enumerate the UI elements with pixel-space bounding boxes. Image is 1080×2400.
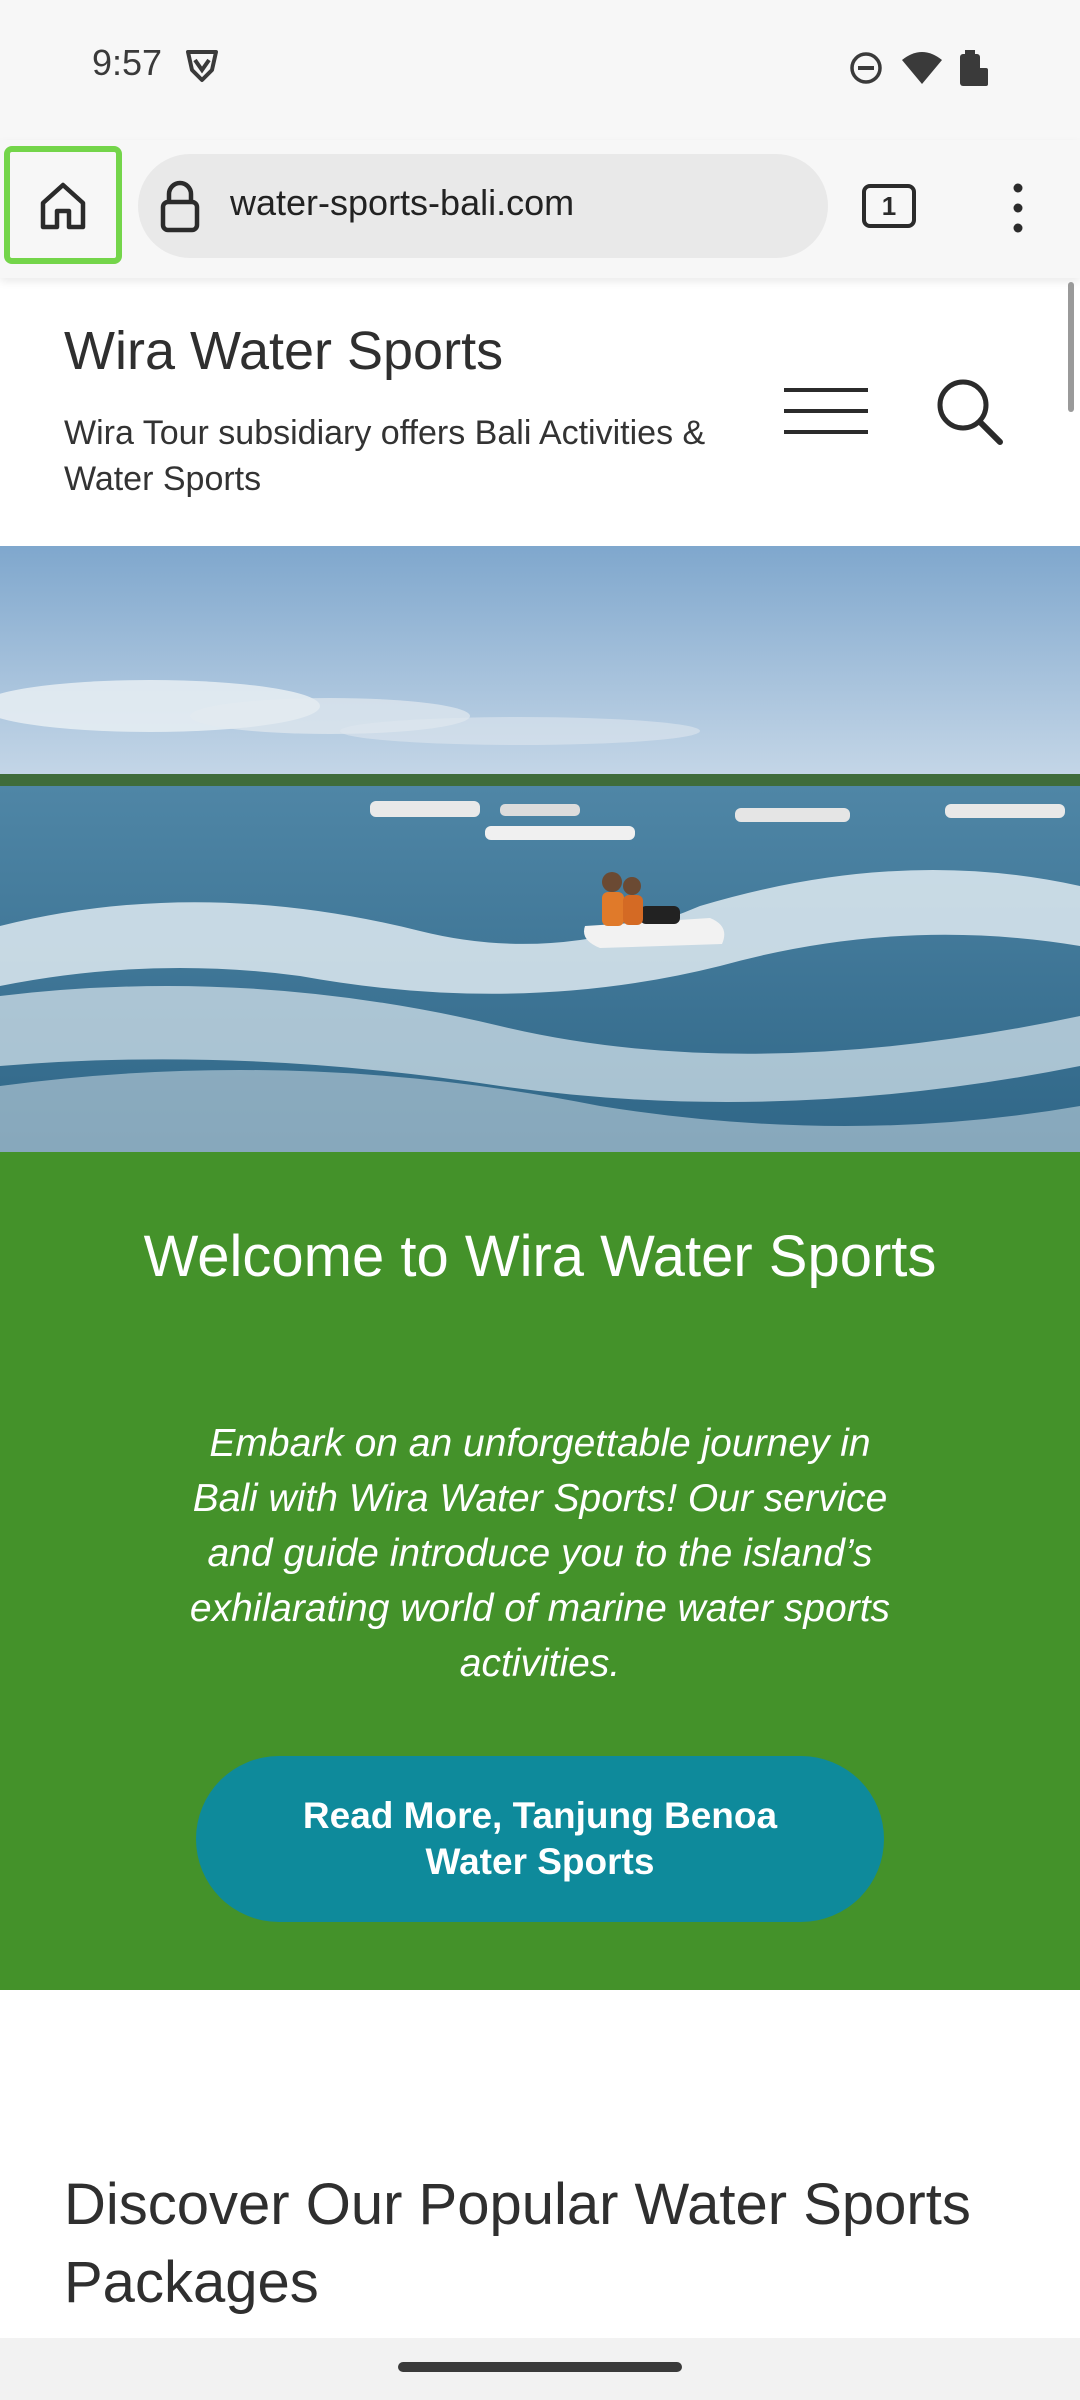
page-scrollbar[interactable]: [1068, 282, 1074, 412]
more-options-icon[interactable]: [1000, 180, 1036, 236]
hero-image: [0, 546, 1080, 1152]
welcome-text: Embark on an unforgettable journey in Ba…: [189, 1422, 891, 1685]
wifi-icon: [902, 52, 942, 84]
welcome-section: Welcome to Wira Water Sports Embark on a…: [0, 1152, 1080, 1990]
hamburger-menu-icon[interactable]: [784, 386, 868, 436]
read-more-button[interactable]: Read More, Tanjung Benoa Water Sports: [196, 1756, 884, 1922]
browser-toolbar: water-sports-bali.com 1: [0, 140, 1080, 278]
status-bar: 9:57: [0, 0, 1080, 140]
status-time: 9:57: [92, 42, 163, 83]
read-more-label: Read More, Tanjung Benoa Water Sports: [302, 1795, 778, 1882]
battery-icon: [960, 50, 988, 86]
home-button[interactable]: [4, 146, 122, 264]
discover-heading: Discover Our Popular Water Sports Packag…: [64, 2172, 971, 2315]
tab-count: 1: [881, 190, 897, 221]
lock-icon: [160, 180, 200, 233]
vpn-shield-icon: [186, 50, 218, 82]
tab-switcher-button[interactable]: 1: [862, 184, 916, 228]
home-icon: [40, 182, 86, 230]
welcome-title: Welcome to Wira Water Sports: [143, 1224, 937, 1289]
site-tagline: Wira Tour subsidiary offers Bali Activit…: [64, 414, 706, 498]
gesture-handle[interactable]: [398, 2362, 682, 2372]
address-bar[interactable]: water-sports-bali.com: [138, 154, 828, 258]
search-icon[interactable]: [934, 376, 1004, 446]
url-text: water-sports-bali.com: [230, 182, 575, 223]
site-title[interactable]: Wira Water Sports: [64, 320, 503, 382]
do-not-disturb-icon: [850, 52, 882, 84]
system-nav-bar: [0, 2338, 1080, 2400]
